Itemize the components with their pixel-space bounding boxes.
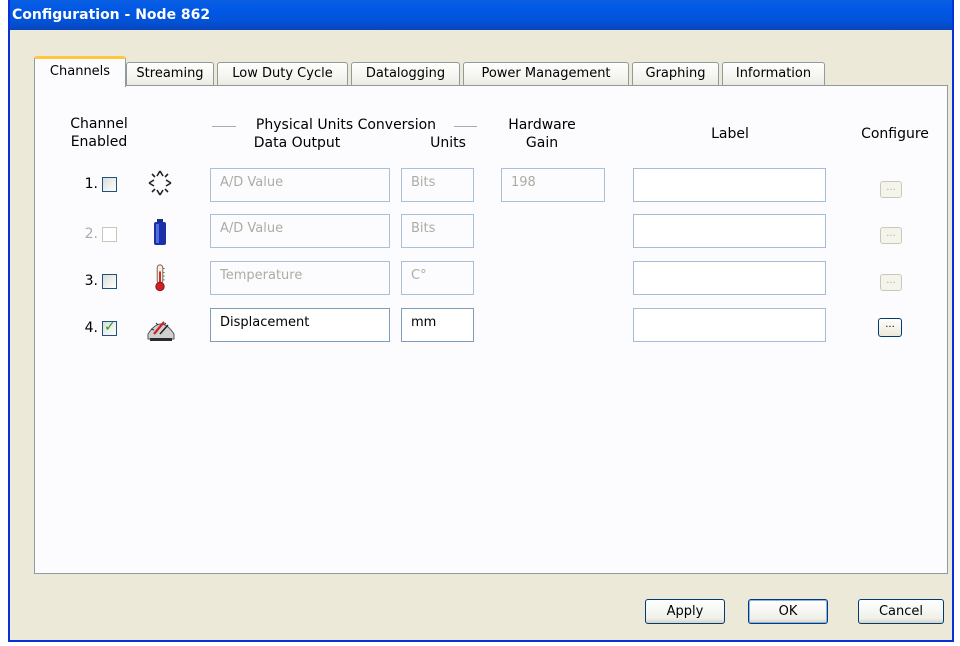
apply-button[interactable]: Apply — [645, 599, 725, 624]
configure-button[interactable]: ... — [880, 181, 902, 198]
tab-low-duty-cycle[interactable]: Low Duty Cycle — [217, 62, 348, 86]
thermometer-icon — [155, 264, 165, 292]
channel-number: 2. — [84, 226, 98, 242]
label-field[interactable] — [633, 214, 826, 248]
header-line: Hardware — [508, 117, 576, 133]
configuration-dialog: Configuration - Node 862 Channels Stream… — [8, 0, 954, 642]
sine-wave-icon — [148, 170, 172, 196]
header-line: Enabled — [70, 134, 128, 150]
channel-enabled-header: Channel Enabled — [59, 115, 139, 151]
units-header: Units — [430, 135, 466, 151]
ok-button[interactable]: OK — [748, 599, 828, 624]
header-line: Channel — [70, 116, 128, 132]
tab-power-management[interactable]: Power Management — [463, 62, 629, 86]
title-bar[interactable]: Configuration - Node 862 — [10, 0, 952, 30]
channel-number: 3. — [84, 273, 98, 289]
tab-information[interactable]: Information — [722, 62, 825, 86]
hardware-gain-header: Hardware Gain — [502, 116, 582, 152]
units-field[interactable]: mm — [401, 308, 474, 342]
channel-1-enabled-checkbox[interactable]: ✓ — [102, 177, 117, 192]
header-line: Gain — [525, 135, 559, 151]
data-output-field[interactable]: A/D Value — [210, 214, 390, 248]
data-output-field[interactable]: A/D Value — [210, 168, 390, 202]
units-field[interactable]: Bits — [401, 214, 474, 248]
hardware-gain-field[interactable]: 198 — [501, 168, 605, 202]
configure-header: Configure — [861, 126, 929, 142]
channel-number: 4. — [84, 320, 98, 336]
channel-4-enabled-checkbox[interactable]: ✓ — [102, 319, 117, 336]
units-field[interactable]: Bits — [401, 168, 474, 202]
configure-button[interactable]: ... — [878, 318, 902, 337]
configure-button[interactable]: ... — [880, 227, 902, 244]
gauge-icon — [147, 321, 175, 341]
cancel-button[interactable]: Cancel — [858, 599, 944, 624]
check-mark-icon: ✓ — [104, 319, 116, 335]
label-header: Label — [711, 126, 749, 142]
data-output-header: Data Output — [253, 135, 341, 151]
data-output-field[interactable]: Temperature — [210, 261, 390, 295]
label-field[interactable] — [633, 168, 826, 202]
battery-icon — [154, 219, 166, 245]
tab-datalogging[interactable]: Datalogging — [351, 62, 460, 86]
physical-units-conversion-header: Physical Units Conversion — [255, 117, 437, 133]
label-field[interactable] — [633, 308, 826, 342]
data-output-field[interactable]: Displacement — [210, 308, 390, 342]
channel-number: 1. — [84, 176, 98, 192]
group-divider-right — [454, 126, 477, 127]
tab-streaming[interactable]: Streaming — [126, 62, 214, 86]
tab-graphing[interactable]: Graphing — [632, 62, 719, 86]
channel-2-enabled-checkbox[interactable]: ✓ — [102, 227, 117, 242]
units-field[interactable]: C° — [401, 261, 474, 295]
label-field[interactable] — [633, 261, 826, 295]
tab-channels[interactable]: Channels — [34, 56, 126, 87]
channel-3-enabled-checkbox[interactable]: ✓ — [102, 274, 117, 289]
configure-button[interactable]: ... — [880, 274, 902, 291]
group-divider-left — [212, 126, 236, 127]
window-title: Configuration - Node 862 — [12, 7, 211, 23]
